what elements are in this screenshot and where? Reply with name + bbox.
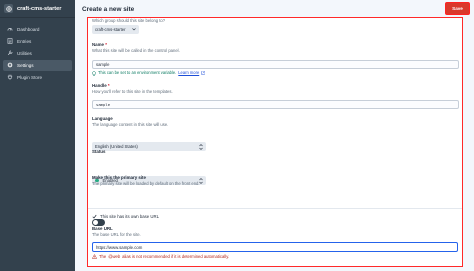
section-divider: [88, 208, 462, 209]
toggle-knob: [93, 220, 98, 225]
warning-alias-code: @web: [108, 254, 121, 259]
group-instructions: Which group should this site belong to?: [92, 18, 166, 23]
nav-label-dashboard: Dashboard: [17, 26, 40, 32]
site-switcher[interactable]: craft-cms-starter: [0, 0, 75, 18]
warning-prefix: The: [99, 254, 107, 259]
site-name: craft-cms-starter: [17, 5, 62, 12]
name-label-text: Name: [92, 42, 104, 47]
checkmark-icon: [92, 214, 97, 219]
page-title: Create a new site: [82, 5, 135, 13]
entries-icon: [7, 38, 13, 44]
gear-icon: [7, 62, 13, 68]
handle-input[interactable]: sample: [92, 100, 459, 109]
nav-label-utilities: Utilities: [17, 50, 32, 56]
nav-label-settings: Settings: [17, 62, 34, 68]
primary-instructions: The primary site will be loaded by defau…: [92, 181, 200, 186]
chevron-updown-icon: [199, 178, 203, 184]
name-instructions: What this site will be called in the con…: [92, 48, 180, 53]
handle-input-value: sample: [96, 102, 111, 107]
required-indicator: *: [105, 42, 107, 47]
base-url-input-value: https://www.sample.com: [96, 244, 143, 250]
language-instructions: The language content in this site will u…: [92, 122, 169, 127]
primary-field-header: Make this the primary site The primary s…: [92, 175, 200, 187]
nav-item-plugin-store[interactable]: Plugin Store: [3, 72, 72, 83]
primary-site-toggle[interactable]: [92, 219, 105, 226]
main-nav: Dashboard Entries Utilities Settings Plu…: [0, 18, 75, 83]
nav-item-utilities[interactable]: Utilities: [3, 48, 72, 59]
nav-item-dashboard[interactable]: Dashboard: [3, 24, 72, 35]
gauge-icon: [7, 26, 13, 32]
warning-suffix: alias is not recommended if it is determ…: [122, 254, 230, 259]
handle-field-header: Handle * How you'll refer to this site i…: [92, 83, 173, 95]
name-input-value: sample: [96, 62, 110, 67]
required-indicator: *: [107, 83, 110, 88]
handle-instructions: How you'll refer to this site in the tem…: [92, 89, 173, 94]
main-content: Create a new site Save Which group shoul…: [75, 0, 474, 271]
nav-label-plugin-store: Plugin Store: [17, 74, 43, 80]
tool-icon: [7, 50, 13, 56]
warning-icon: [92, 254, 97, 259]
globe-icon: [4, 4, 13, 13]
group-select[interactable]: craft-cms-starter: [92, 25, 139, 34]
chevron-updown-icon: [199, 144, 203, 150]
status-field-header: Status: [92, 149, 105, 155]
page-header: Create a new site: [75, 0, 474, 18]
has-urls-label: This site has its own base URL: [100, 214, 159, 219]
learn-more-link[interactable]: Learn more: [178, 70, 199, 76]
name-input[interactable]: sample: [92, 60, 459, 69]
status-label: Status: [92, 149, 106, 154]
site-form: Which group should this site belong to? …: [87, 17, 463, 267]
nav-item-entries[interactable]: Entries: [3, 36, 72, 47]
base-url-warning: The @web alias is not recommended if it …: [92, 254, 229, 259]
lightbulb-icon: [92, 70, 96, 76]
has-urls-checkbox[interactable]: This site has its own base URL: [92, 214, 159, 219]
save-button[interactable]: Save: [445, 2, 470, 15]
name-env-tip: This can be set to an environment variab…: [92, 70, 205, 76]
name-tip-text: This can be set to an environment variab…: [98, 70, 177, 75]
plug-icon: [7, 74, 13, 80]
nav-item-settings[interactable]: Settings: [3, 60, 72, 71]
language-select[interactable]: English (United States): [92, 142, 206, 151]
group-field: Which group should this site belong to?: [92, 18, 165, 24]
base-url-instructions: The base URL for the site.: [92, 232, 141, 237]
sidebar: craft-cms-starter Dashboard Entries Util…: [0, 0, 75, 271]
group-select-value: craft-cms-starter: [95, 27, 126, 32]
external-link-icon: [201, 71, 205, 75]
handle-label-text: Handle: [92, 83, 107, 88]
language-field-header: Language The language content in this si…: [92, 116, 168, 128]
name-field-header: Name * What this site will be called in …: [92, 42, 180, 54]
chevron-down-icon: [132, 28, 136, 31]
base-url-input[interactable]: https://www.sample.com: [92, 242, 458, 252]
base-url-field-header: Base URL The base URL for the site.: [92, 226, 141, 238]
nav-label-entries: Entries: [17, 38, 32, 44]
